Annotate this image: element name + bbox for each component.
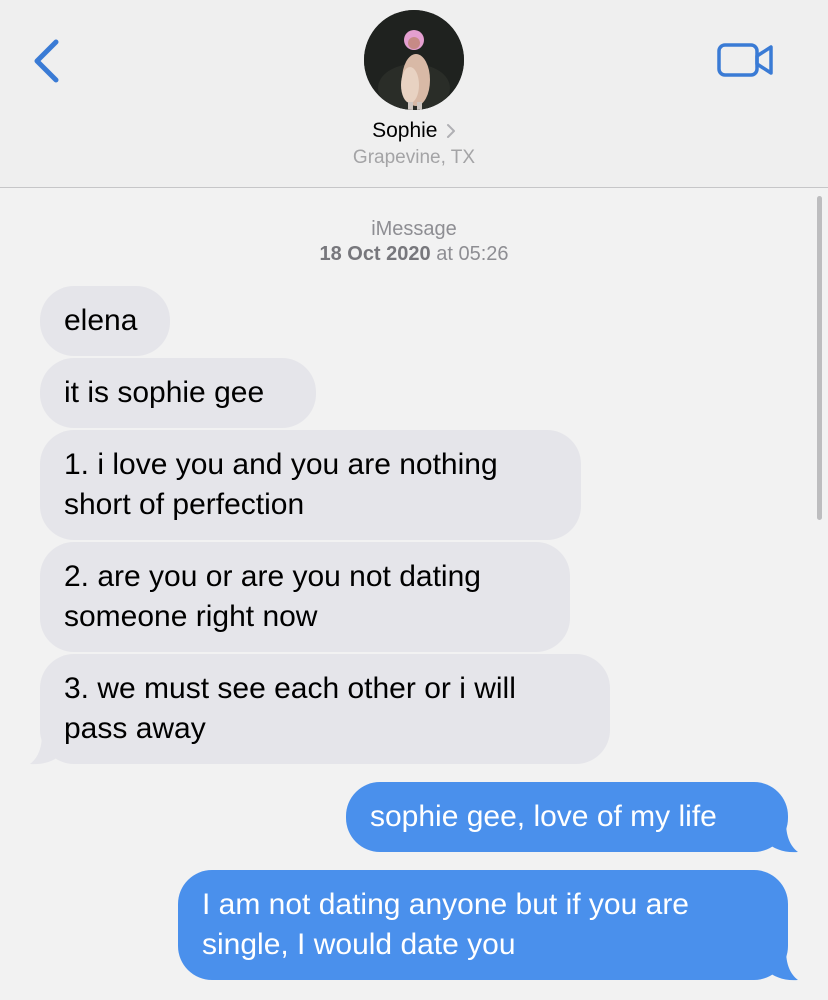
message-line: single, I would date you — [202, 928, 516, 961]
conversation-header: Sophie Grapevine, TX — [0, 0, 828, 188]
contact-avatar[interactable] — [364, 10, 464, 110]
message-line: pass away — [64, 712, 206, 745]
message-bubble-outgoing[interactable]: I am not dating anyone but if you are si… — [178, 870, 788, 980]
message-bubble-incoming[interactable]: 2. are you or are you not dating someone… — [40, 542, 570, 652]
video-camera-icon — [717, 43, 773, 77]
message-bubble-incoming[interactable]: it is sophie gee — [40, 358, 316, 428]
message-line: short of perfection — [64, 488, 305, 521]
timestamp-date: 18 Oct 2020 — [319, 243, 431, 265]
message-bubble-incoming[interactable]: 3. we must see each other or i will pass… — [40, 654, 610, 764]
message-bubble-incoming[interactable]: 1. i love you and you are nothing short … — [40, 430, 581, 540]
facetime-video-button[interactable] — [716, 42, 776, 78]
message-line: 3. we must see each other or i will — [64, 672, 516, 705]
contact-name: Sophie — [372, 119, 438, 142]
timestamp-at: at — [436, 243, 453, 265]
conversation-timestamp: 18 Oct 2020 at 05:26 — [0, 242, 828, 266]
back-button[interactable] — [30, 38, 64, 84]
contact-location: Grapevine, TX — [352, 147, 476, 168]
outgoing-bubble-tail — [766, 950, 798, 981]
message-line: sophie gee, love of my life — [370, 800, 717, 833]
message-line: I am not dating anyone but if you are — [202, 888, 689, 921]
incoming-bubble-tail — [30, 734, 62, 765]
message-line: elena — [64, 304, 138, 337]
avatar-photo — [364, 10, 464, 110]
message-bubble-incoming[interactable]: elena — [40, 286, 170, 356]
message-line: someone right now — [64, 600, 318, 633]
contact-name-button[interactable]: Sophie — [0, 119, 828, 147]
message-line: 2. are you or are you not dating — [64, 560, 481, 593]
chevron-right-icon — [446, 124, 455, 138]
timestamp-time: 05:26 — [458, 243, 509, 265]
chevron-left-icon — [34, 39, 59, 83]
outgoing-bubble-tail — [766, 822, 798, 853]
message-bubble-outgoing[interactable]: sophie gee, love of my life — [346, 782, 788, 852]
message-line: 1. i love you and you are nothing — [64, 448, 498, 481]
service-label: iMessage — [371, 218, 457, 240]
message-line: it is sophie gee — [64, 376, 265, 409]
